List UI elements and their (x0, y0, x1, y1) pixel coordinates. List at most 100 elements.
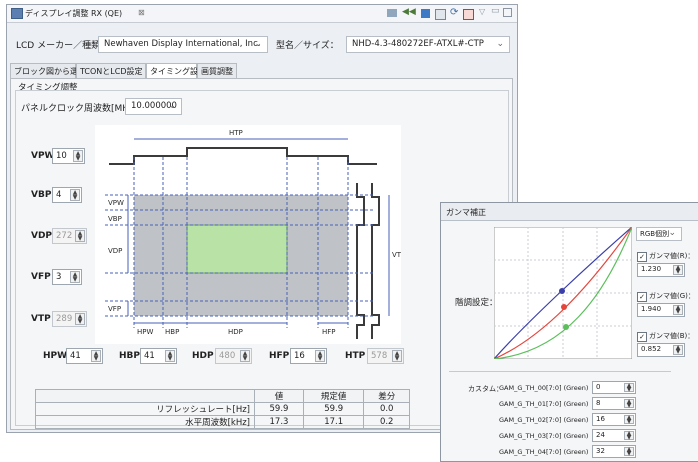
diagram-vtp-label: VTP (392, 251, 401, 259)
gamma-r-spinner[interactable]: 1.230 ▲ ▼ (637, 263, 685, 277)
register-value: 16 (596, 415, 605, 423)
gamma-curve-chart (494, 227, 632, 359)
diagram-vpw-label: VPW (108, 199, 124, 207)
spin-arrows-icon[interactable]: ▲ ▼ (673, 345, 683, 355)
custom-row: GAM_G_TH_01[7:0] (Green) 8 ▲ ▼ (499, 397, 689, 412)
tab-tcon-lcd[interactable]: TCONとLCD設定 (76, 63, 146, 78)
spin-arrows-icon: ▲ ▼ (240, 350, 250, 362)
toolbar-icon-4[interactable] (435, 9, 446, 20)
spin-arrows-icon[interactable]: ▲ ▼ (673, 265, 683, 275)
vbp-value: 4 (56, 190, 62, 200)
spin-arrows-icon[interactable]: ▲ ▼ (70, 271, 80, 283)
spin-arrows-icon[interactable]: ▲ ▼ (624, 431, 634, 441)
gamma-b-spinner[interactable]: 0.852 ▲ ▼ (637, 343, 685, 357)
results-header-row: 値 規定値 差分 (35, 389, 410, 403)
gamma-r-checkbox[interactable]: ✓ (637, 252, 647, 262)
row-label: リフレッシュレート[Hz] (35, 402, 255, 416)
register-spinner[interactable]: 16 ▲ ▼ (592, 413, 636, 426)
custom-label: カスタム： (468, 385, 503, 393)
lcd-maker-combo[interactable]: Newhaven Display International, Inc. ⌄ (98, 36, 268, 53)
results-header-cell: 差分 (363, 389, 410, 403)
vfp-spinner[interactable]: 3 ▲ ▼ (52, 269, 82, 285)
window-tab-title[interactable]: ディスプレイ調整 RX (QE) (25, 8, 122, 19)
gamma-mode-value: RGB個別 (640, 230, 670, 238)
chevron-down-icon: ⌄ (168, 101, 176, 111)
spin-arrows-icon[interactable]: ▲ ▼ (624, 399, 634, 409)
results-header-cell: 値 (254, 389, 304, 403)
rewind-icon[interactable]: ◀◀ (402, 7, 416, 17)
tab-timing[interactable]: タイミング設定 (146, 63, 206, 79)
register-spinner[interactable]: 24 ▲ ▼ (592, 429, 636, 442)
spin-arrows-icon[interactable]: ▲ ▼ (673, 305, 683, 315)
vfp-label: VFP (31, 272, 51, 282)
diagram-vfp-label: VFP (108, 305, 121, 313)
custom-row: GAM_G_TH_00[7:0] (Green) 0 ▲ ▼ (499, 381, 689, 396)
spin-arrows-icon[interactable]: ▲ ▼ (165, 350, 175, 362)
register-name: GAM_G_TH_01[7:0] (Green) (499, 400, 589, 408)
row-label: 水平周波数[kHz] (35, 415, 255, 429)
diagram-vbp-label: VBP (108, 215, 122, 223)
timing-diagram: HTP VTP VPW VBP VDP VFP HPW HBP HDP HFP (95, 125, 401, 344)
register-spinner[interactable]: 32 ▲ ▼ (592, 445, 636, 458)
spin-arrows-icon[interactable]: ▲ ▼ (624, 383, 634, 393)
spin-arrows-icon[interactable]: ▲ ▼ (73, 150, 83, 162)
gamma-mode-combo[interactable]: RGB個別 ⌄ (636, 227, 682, 241)
hfp-value: 16 (294, 351, 305, 361)
maximize-icon[interactable] (503, 8, 512, 17)
chevron-down-icon: ⌄ (668, 228, 676, 238)
spin-arrows-icon[interactable]: ▲ ▼ (70, 189, 80, 201)
spin-arrows-icon: ▲ ▼ (75, 313, 85, 325)
htp-spinner: 578 ▲ ▼ (367, 348, 404, 364)
view-menu-icon[interactable]: ▽ (479, 7, 485, 16)
results-header-cell (35, 389, 255, 403)
htp-value: 578 (371, 351, 388, 361)
custom-row: GAM_G_TH_04[7:0] (Green) 32 ▲ ▼ (499, 445, 689, 460)
hbp-value: 41 (144, 351, 155, 361)
diagram-hpw-label: HPW (137, 328, 153, 336)
gamma-r-label: ガンマ値(R)： (649, 252, 695, 260)
vpw-spinner[interactable]: 10 ▲ ▼ (52, 148, 85, 164)
gamma-g-spinner[interactable]: 1.940 ▲ ▼ (637, 303, 685, 317)
clock-combo[interactable]: 10.000000 ⌄ (125, 98, 182, 115)
spin-arrows-icon[interactable]: ▲ ▼ (315, 350, 325, 362)
vtp-label: VTP (31, 314, 51, 324)
toolbar-icon-6[interactable] (463, 9, 474, 20)
hdp-value: 480 (219, 351, 236, 361)
hbp-spinner[interactable]: 41 ▲ ▼ (140, 348, 177, 364)
gamma-title: ガンマ補正 (441, 203, 698, 221)
vbp-spinner[interactable]: 4 ▲ ▼ (52, 187, 82, 203)
gamma-b-checkbox[interactable]: ✓ (637, 332, 647, 342)
toolbar-icon-3[interactable] (421, 9, 430, 18)
hfp-spinner[interactable]: 16 ▲ ▼ (290, 348, 327, 364)
gamma-g-label: ガンマ値(G)： (649, 292, 695, 300)
register-spinner[interactable]: 0 ▲ ▼ (592, 381, 636, 394)
model-combo[interactable]: NHD-4.3-480272EF-ATXL#-CTP ⌄ (346, 36, 510, 53)
gamma-window: ガンマ補正 階調設定： RGB個別 ⌄ ✓ ガンマ値(R)： 1.230 ▲ ▼ ✓… (440, 202, 698, 462)
vpw-value: 10 (56, 151, 67, 161)
spin-arrows-icon[interactable]: ▲ ▼ (624, 415, 634, 425)
hpw-spinner[interactable]: 41 ▲ ▼ (66, 348, 103, 364)
row-value: 59.9 (254, 402, 304, 416)
hdp-label: HDP (192, 351, 214, 361)
spin-arrows-icon[interactable]: ▲ ▼ (91, 350, 101, 362)
gamma-b-label: ガンマ値(B)： (649, 332, 695, 340)
chevron-down-icon: ⌄ (496, 39, 504, 49)
tab-image-quality[interactable]: 画質調整 (197, 63, 237, 78)
register-spinner[interactable]: 8 ▲ ▼ (592, 397, 636, 410)
custom-row: GAM_G_TH_03[7:0] (Green) 24 ▲ ▼ (499, 429, 689, 444)
diagram-hdp-label: HDP (228, 328, 243, 336)
title-bar: ディスプレイ調整 RX (QE) ⊠ ◀◀ ⟳ ▽ ▭ (7, 5, 517, 23)
hfp-label: HFP (269, 351, 290, 361)
minimize-icon[interactable]: ▭ (491, 6, 500, 16)
toolbar-icon-1[interactable] (387, 9, 397, 17)
lcd-maker-value: Newhaven Display International, Inc. (104, 39, 261, 49)
results-table: 値 規定値 差分 リフレッシュレート[Hz] 59.9 59.9 0.0 水平周… (35, 389, 410, 429)
tab-block-diagram[interactable]: ブロック図から選択 (10, 63, 86, 78)
tab-close-icon[interactable]: ⊠ (138, 8, 145, 17)
results-header-cell: 規定値 (302, 389, 365, 403)
gamma-b-value: 0.852 (641, 345, 662, 353)
spin-arrows-icon: ▲ ▼ (392, 350, 402, 362)
gamma-g-checkbox[interactable]: ✓ (637, 292, 647, 302)
refresh-icon[interactable]: ⟳ (450, 7, 458, 18)
diagram-vdp-label: VDP (108, 247, 122, 255)
